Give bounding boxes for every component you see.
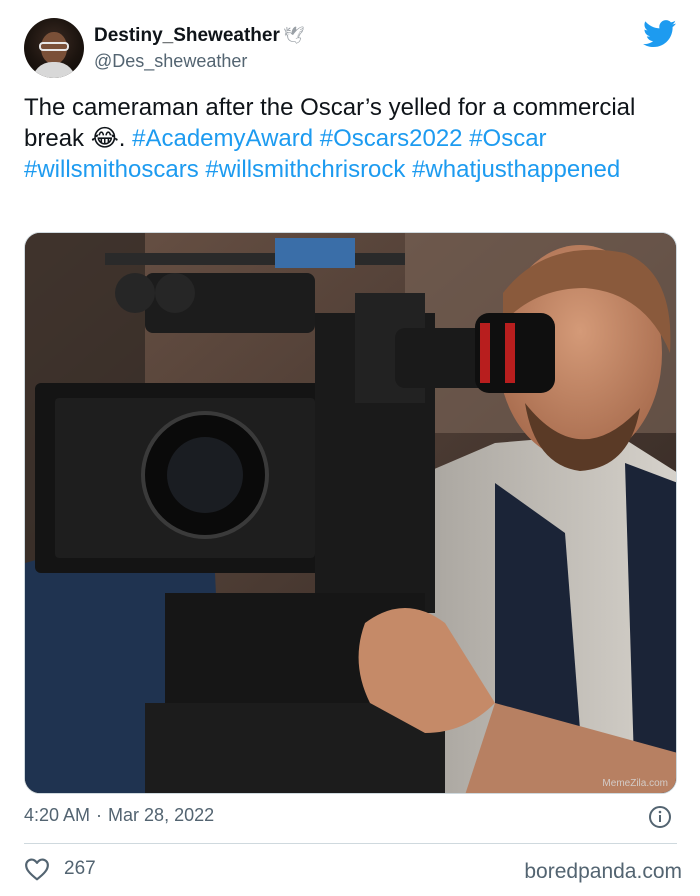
cameraman-photo xyxy=(25,233,676,793)
source-credit: boredpanda.com xyxy=(524,860,682,883)
hashtag-link[interactable]: #willsmithchrisrock xyxy=(205,156,405,183)
hashtag-link[interactable]: #whatjusthappened xyxy=(412,156,620,183)
tweet-text: The cameraman after the Oscar’s yelled f… xyxy=(24,92,674,185)
avatar[interactable] xyxy=(24,18,84,78)
author-handle[interactable]: @Des_sheweather xyxy=(94,51,247,72)
tweet-time[interactable]: 4:20 AM xyxy=(24,805,90,826)
tweet-date[interactable]: Mar 28, 2022 xyxy=(108,805,214,826)
hashtag-link[interactable]: #Oscars2022 xyxy=(320,125,463,152)
meme-watermark: MemeZila.com xyxy=(602,778,668,789)
hashtag-link[interactable]: #Oscar xyxy=(469,125,546,152)
like-button[interactable]: 267 xyxy=(24,857,96,881)
meta-separator: · xyxy=(96,805,103,825)
hashtag-link[interactable]: #willsmithoscars xyxy=(24,156,199,183)
tweet-card: Destiny_Sheweather 🕊 @Des_sheweather The… xyxy=(0,0,700,896)
like-count: 267 xyxy=(64,858,96,879)
tweet-period: . xyxy=(118,125,126,152)
author-display-name[interactable]: Destiny_Sheweather xyxy=(94,25,280,47)
tweet-photo[interactable]: MemeZila.com xyxy=(24,232,677,794)
heart-icon[interactable] xyxy=(24,857,50,881)
avatar-glasses xyxy=(39,42,69,51)
tweet-timestamp[interactable]: 4:20 AM · Mar 28, 2022 xyxy=(24,805,214,826)
info-icon[interactable] xyxy=(648,805,672,829)
hashtag-link[interactable]: #AcademyAward xyxy=(132,125,313,152)
twitter-bird-icon[interactable] xyxy=(643,20,677,48)
dove-icon: 🕊 xyxy=(282,26,305,45)
avatar-shirt xyxy=(32,62,76,78)
divider xyxy=(24,843,677,844)
laughing-emoji: 😂 xyxy=(90,125,119,152)
author-name-row[interactable]: Destiny_Sheweather 🕊 xyxy=(94,24,304,48)
